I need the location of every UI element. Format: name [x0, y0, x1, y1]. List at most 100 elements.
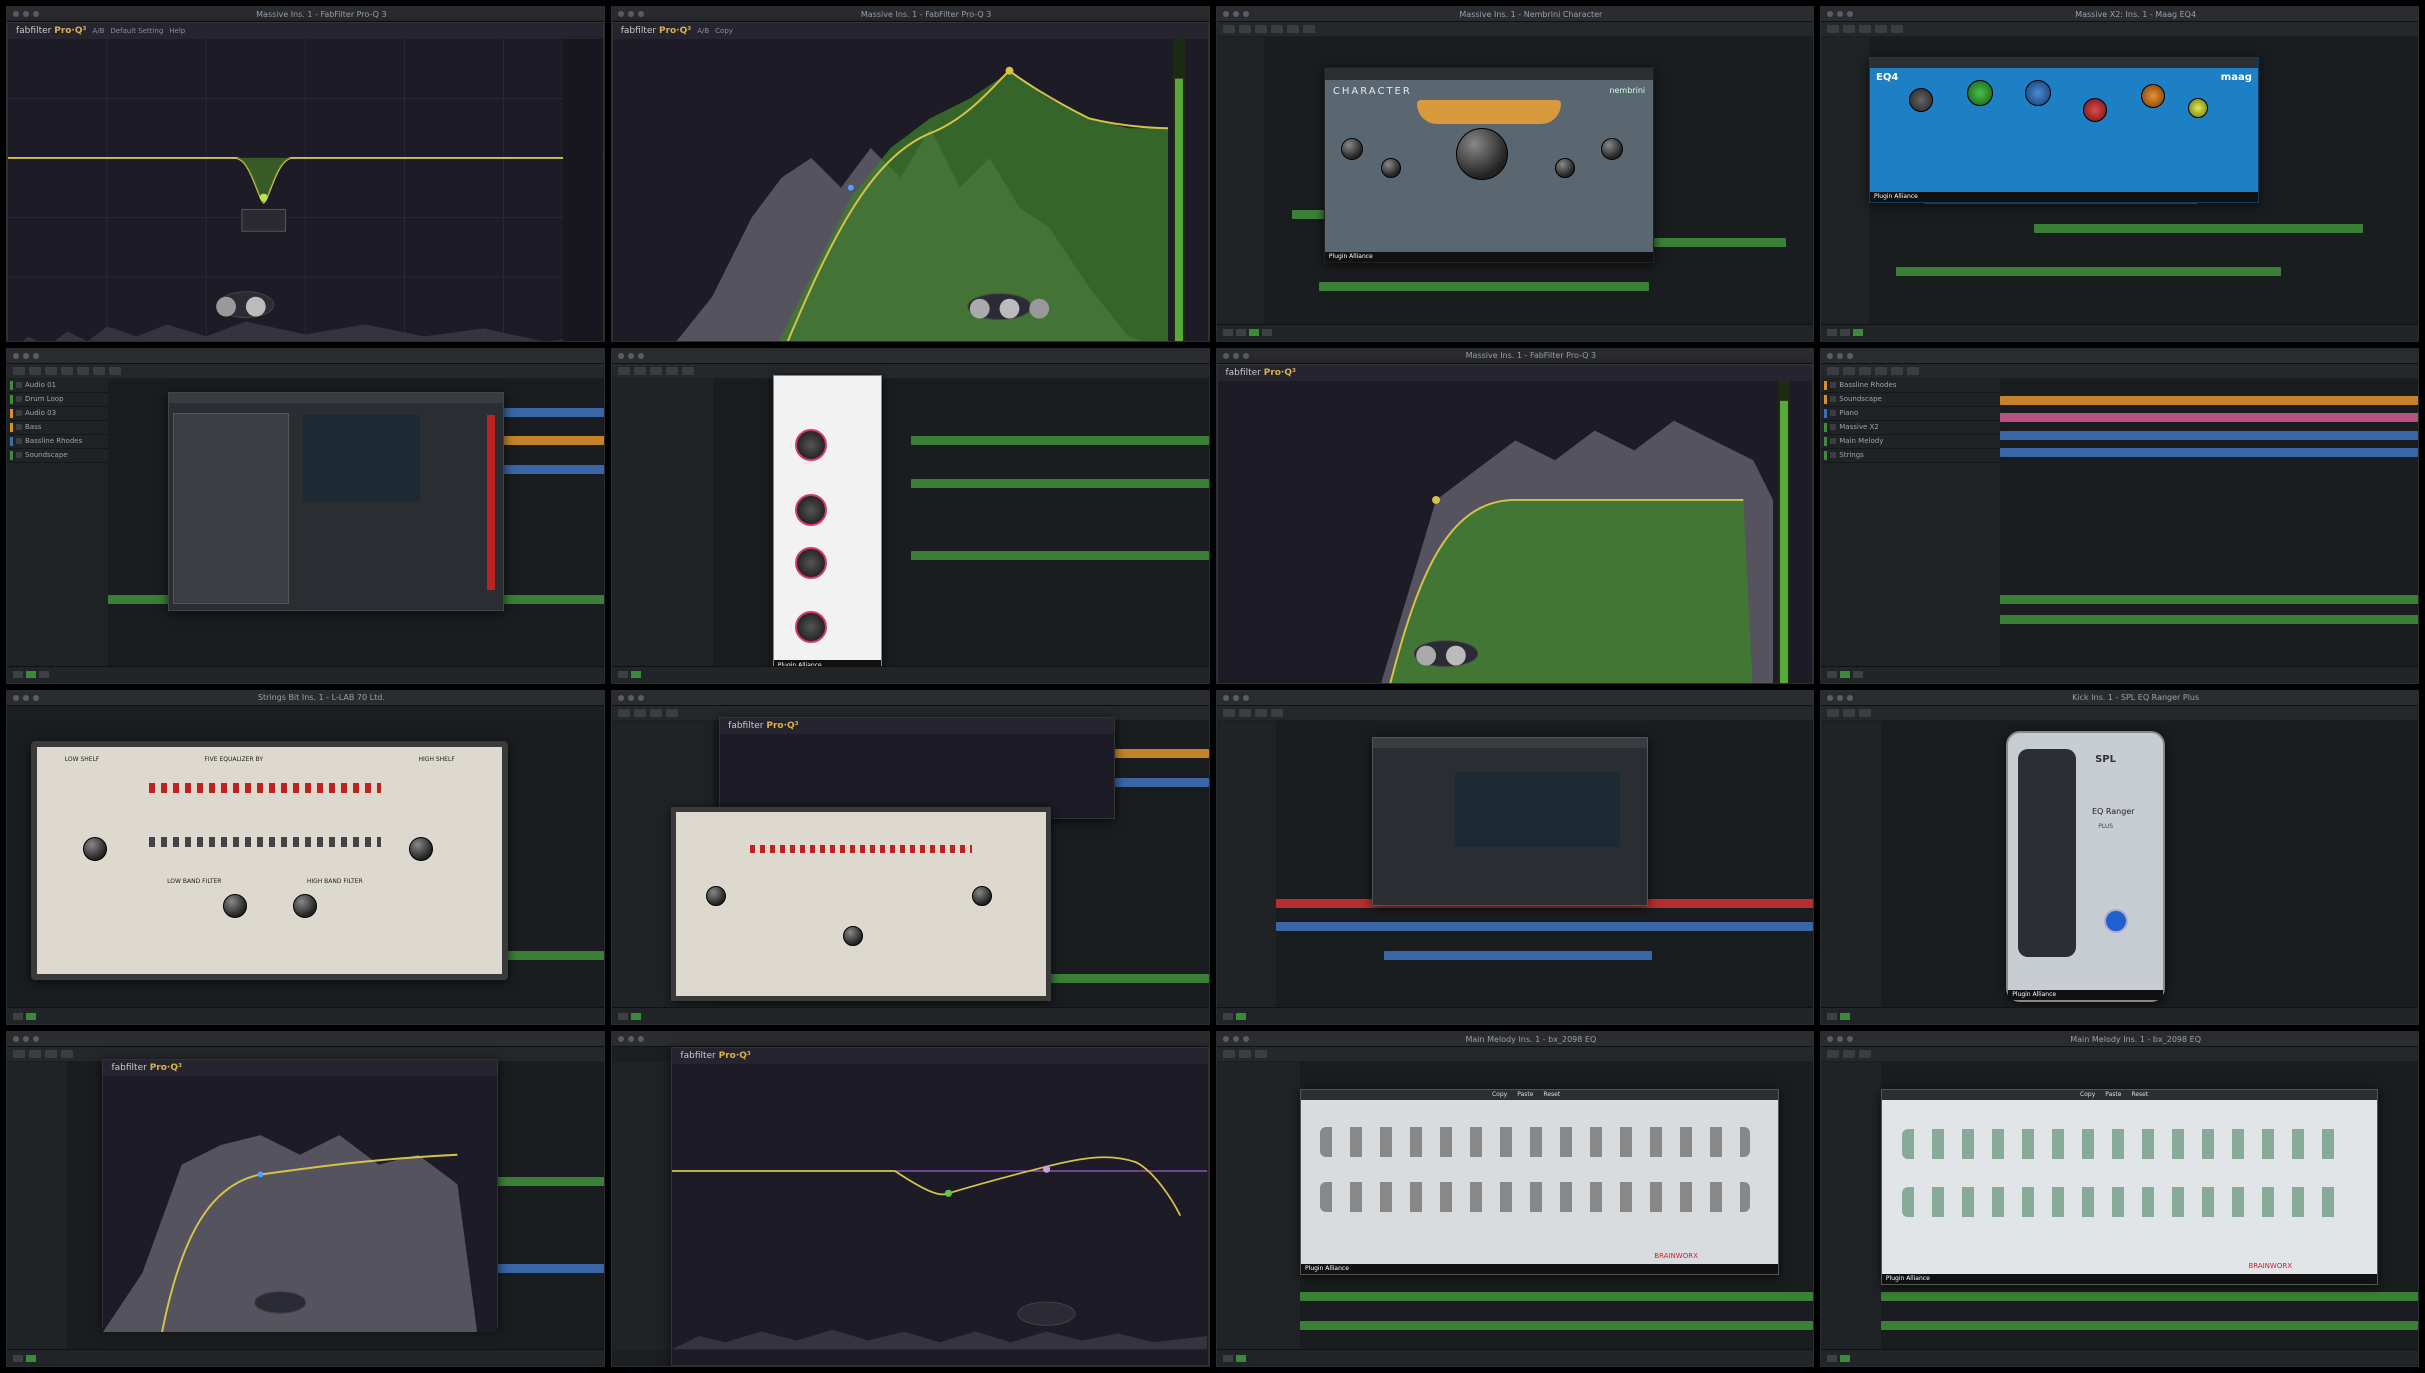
- transport-bar[interactable]: [7, 1007, 604, 1025]
- copy-button[interactable]: Copy: [2080, 1091, 2095, 1098]
- reset-button[interactable]: Reset: [2131, 1091, 2148, 1098]
- knob-row[interactable]: [1901, 1128, 2348, 1159]
- transport-bar[interactable]: [611, 665, 1209, 683]
- copy-button[interactable]: Copy: [1492, 1091, 1507, 1098]
- high-knob[interactable]: [1554, 158, 1575, 179]
- track-row[interactable]: Audio 03: [7, 407, 109, 421]
- eq-display[interactable]: [672, 1064, 1208, 1350]
- low-band-knob[interactable]: [223, 894, 248, 919]
- track-row[interactable]: Bass: [7, 421, 109, 435]
- knob-1[interactable]: [795, 429, 828, 462]
- track-list[interactable]: [611, 1062, 673, 1350]
- eq-display[interactable]: [103, 1075, 498, 1332]
- knob-row[interactable]: [1901, 1186, 2348, 1217]
- track-list[interactable]: [1821, 720, 1882, 1009]
- help-menu[interactable]: Help: [169, 27, 185, 35]
- output-knob[interactable]: [1600, 138, 1623, 161]
- eq-display[interactable]: [8, 39, 603, 342]
- transport-bar[interactable]: [7, 1349, 604, 1366]
- channel-settings-window[interactable]: [1371, 737, 1649, 907]
- band-node[interactable]: [847, 184, 854, 191]
- transport-bar[interactable]: [7, 665, 604, 683]
- track-list[interactable]: [7, 1062, 68, 1350]
- bx2098-plugin[interactable]: Copy Paste Reset BRAINWORX Plugin Allian…: [1300, 1088, 1780, 1275]
- track-row[interactable]: Soundscape: [7, 449, 109, 463]
- ab-button[interactable]: A/B: [92, 27, 104, 35]
- knob-row[interactable]: [1320, 1126, 1750, 1157]
- drive-knob[interactable]: [1456, 128, 1509, 181]
- high-shelf-knob[interactable]: [409, 837, 434, 862]
- track-list[interactable]: [1216, 720, 1278, 1009]
- channel-settings-window[interactable]: [168, 392, 505, 612]
- spl-eq-ranger-plugin[interactable]: SPL EQ Ranger PLUS Plugin Alliance: [2006, 730, 2166, 1002]
- proq-window[interactable]: fabfilter Pro·Q³: [102, 1058, 499, 1332]
- copy-button[interactable]: Copy: [715, 27, 733, 35]
- track-list[interactable]: [1821, 37, 1870, 325]
- low-shelf-knob[interactable]: [83, 837, 108, 862]
- eq-switches[interactable]: [148, 782, 382, 793]
- track-list[interactable]: [1216, 37, 1266, 325]
- transport-bar[interactable]: [1216, 323, 1814, 341]
- track-row[interactable]: Bassline Rhodes: [1821, 379, 2001, 393]
- track-row[interactable]: Main Melody: [1821, 435, 2001, 449]
- transport-bar[interactable]: [1216, 1349, 1814, 1366]
- track-row[interactable]: Bassline Rhodes: [7, 435, 109, 449]
- knob-2[interactable]: [795, 493, 828, 526]
- track-row[interactable]: Audio 01: [7, 379, 109, 393]
- band-node[interactable]: [1043, 1165, 1051, 1174]
- transport-bar[interactable]: [1821, 1349, 2418, 1366]
- knob[interactable]: [706, 885, 727, 906]
- power-button[interactable]: [2104, 908, 2129, 933]
- arrange-area[interactable]: [2000, 378, 2418, 667]
- knob-row[interactable]: [1320, 1181, 1750, 1212]
- proq-window[interactable]: fabfilter Pro·Q³: [671, 1047, 1209, 1366]
- track-row[interactable]: Strings: [1821, 449, 2001, 463]
- knob[interactable]: [842, 926, 863, 947]
- transport-bar[interactable]: [1216, 1007, 1814, 1025]
- track-row[interactable]: Massive X2: [1821, 421, 2001, 435]
- sub-knob[interactable]: [1908, 88, 1933, 113]
- maag-eq4-plugin[interactable]: EQ4 maag Plugin Alliance: [1868, 57, 2259, 203]
- band-node[interactable]: [259, 193, 268, 202]
- track-list[interactable]: [1216, 1062, 1302, 1350]
- track-row[interactable]: Soundscape: [1821, 393, 2001, 407]
- paste-button[interactable]: Paste: [1517, 1091, 1533, 1098]
- transport-bar[interactable]: [1821, 1007, 2418, 1025]
- vertical-plugin[interactable]: Plugin Alliance: [772, 375, 883, 672]
- eq-switches[interactable]: [148, 837, 382, 848]
- paste-button[interactable]: Paste: [2105, 1091, 2121, 1098]
- track-list[interactable]: [1821, 1062, 1882, 1350]
- eq-display[interactable]: [1217, 380, 1813, 684]
- proq-window[interactable]: fabfilter Pro·Q³: [719, 717, 1115, 820]
- lab70-plugin[interactable]: LOW SHELF FIVE EQUALIZER BY HIGH SHELF L…: [30, 740, 509, 980]
- track-list[interactable]: Audio 01 Drum Loop Audio 03 Bass Basslin…: [7, 378, 110, 667]
- band-node[interactable]: [1005, 66, 1014, 75]
- band-160-knob[interactable]: [2025, 80, 2052, 107]
- knob-4[interactable]: [795, 611, 828, 644]
- proq-window[interactable]: fabfilter Pro·Q³ A/B Default Setting Hel…: [7, 22, 604, 341]
- bx2098-plugin[interactable]: Copy Paste Reset BRAINWORX Plugin Allian…: [1880, 1088, 2379, 1285]
- knob-3[interactable]: [795, 546, 828, 579]
- knob[interactable]: [972, 885, 993, 906]
- low-knob[interactable]: [1380, 158, 1401, 179]
- band-node[interactable]: [258, 1171, 264, 1178]
- eq-display[interactable]: [612, 39, 1208, 342]
- default-setting-menu[interactable]: Default Setting: [110, 27, 163, 35]
- lab70-plugin[interactable]: [671, 807, 1052, 1001]
- air-band-knob[interactable]: [2188, 98, 2209, 119]
- proq-window[interactable]: fabfilter Pro·Q³ A/B Copy: [611, 22, 1209, 342]
- transport-bar[interactable]: [1821, 323, 2418, 341]
- band-2k5-knob[interactable]: [2141, 84, 2166, 109]
- band-node[interactable]: [1431, 495, 1440, 504]
- track-list[interactable]: [611, 378, 715, 667]
- ab-button[interactable]: A/B: [697, 27, 709, 35]
- input-knob[interactable]: [1341, 138, 1364, 161]
- reset-button[interactable]: Reset: [1543, 1091, 1560, 1098]
- eq-bank[interactable]: [2017, 748, 2077, 957]
- proq-window[interactable]: fabfilter Pro·Q³: [1216, 363, 1814, 684]
- transport-bar[interactable]: [1821, 665, 2418, 683]
- character-plugin[interactable]: CHARACTER nembrini Plugin Alliance: [1323, 67, 1655, 263]
- transport-bar[interactable]: [611, 1007, 1209, 1025]
- band-650-knob[interactable]: [2083, 98, 2108, 123]
- band-40-knob[interactable]: [1966, 80, 1993, 107]
